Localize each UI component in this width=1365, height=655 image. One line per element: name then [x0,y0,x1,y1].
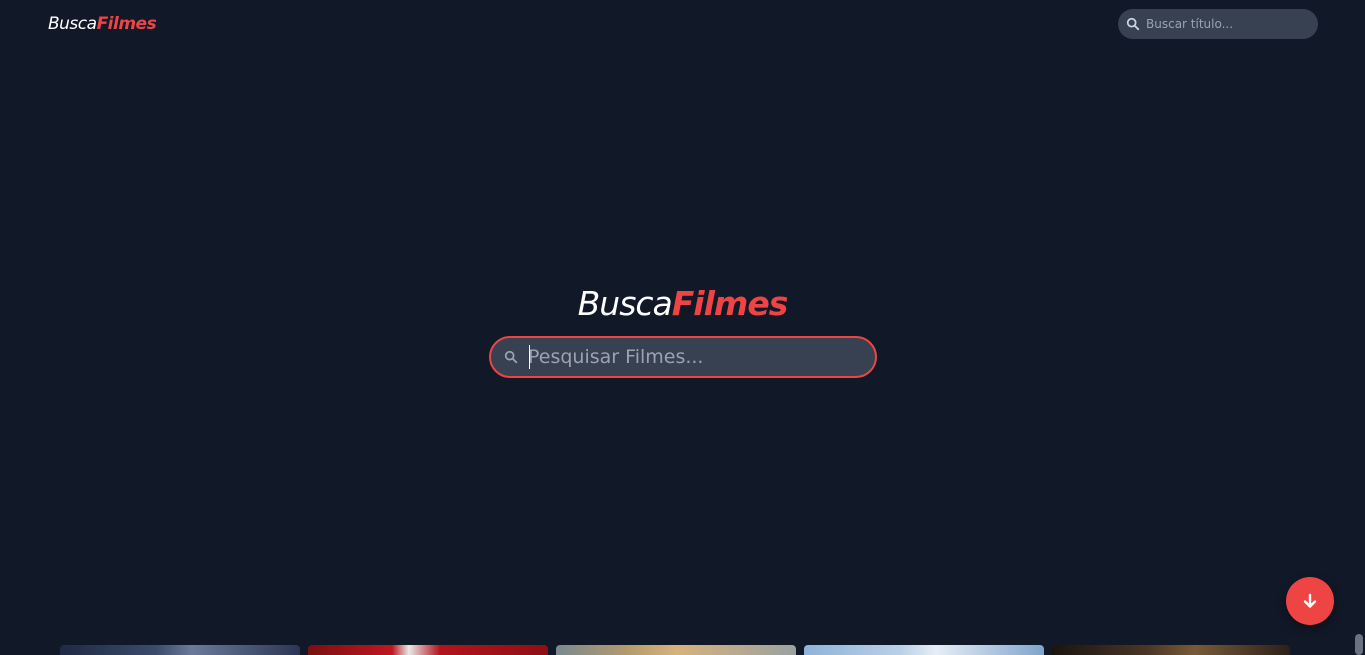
header-logo[interactable]: BuscaFilmes [48,12,157,36]
header-search-bar[interactable] [1118,9,1318,39]
search-icon [504,350,518,364]
page: BuscaFilmes BuscaFilmes [0,0,1365,655]
scrollbar[interactable] [1355,634,1363,655]
header-search-input[interactable] [1146,17,1306,31]
movie-poster[interactable] [556,645,796,655]
hero-title-busca: Busca [577,284,673,323]
logo-text-filmes: Filmes [96,14,157,34]
logo-text-busca: Busca [48,14,97,34]
text-caret [529,345,530,369]
hero-title-filmes: Filmes [671,284,789,323]
movie-poster[interactable] [308,645,548,655]
movie-poster[interactable] [1052,645,1290,655]
scroll-down-button[interactable] [1286,577,1334,625]
main-search-bar[interactable] [489,336,877,378]
movie-poster[interactable] [804,645,1044,655]
movie-poster[interactable] [60,645,300,655]
arrow-down-icon [1303,593,1317,608]
main-search-input[interactable] [528,346,848,368]
search-icon [1126,17,1140,31]
hero-title: BuscaFilmes [0,282,1365,326]
